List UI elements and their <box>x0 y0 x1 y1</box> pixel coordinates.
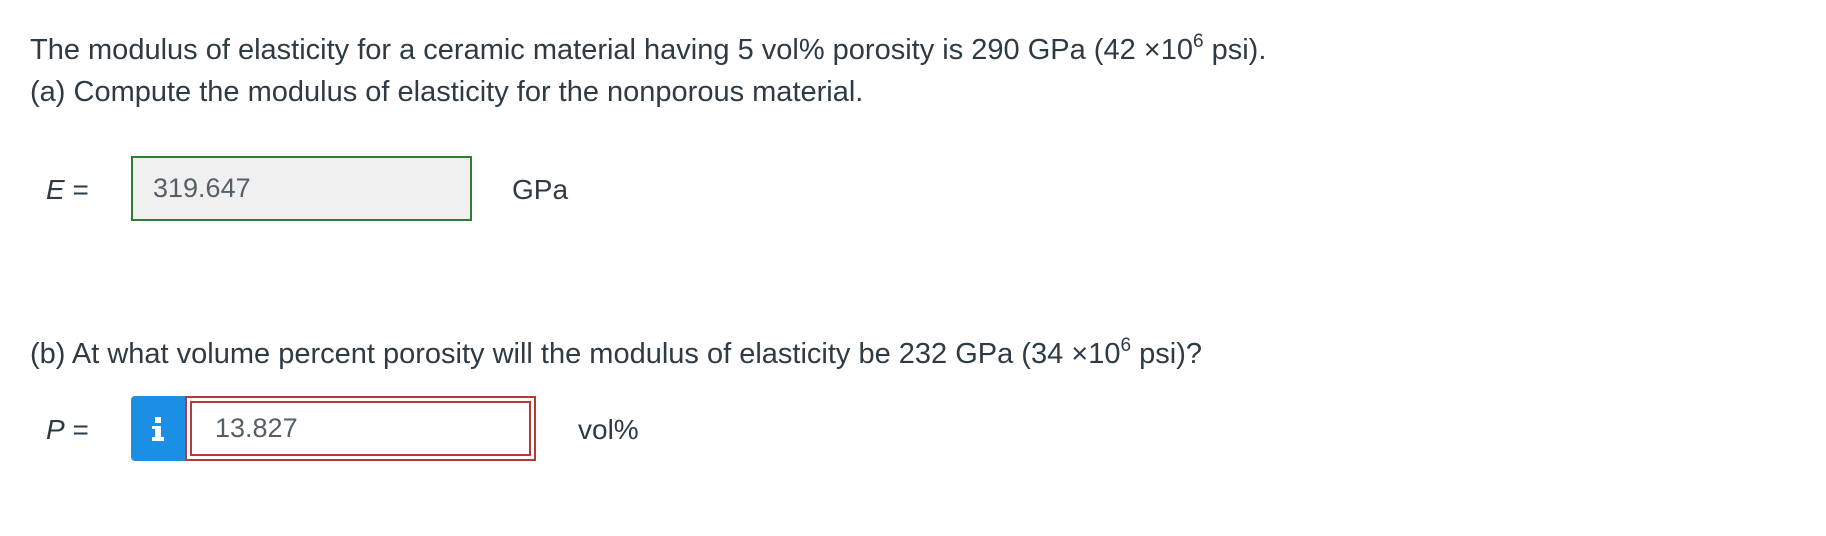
answer-b-label: P = <box>46 410 89 450</box>
part-b-exponent: 6 <box>1120 335 1132 356</box>
intro-text-end: psi). <box>1203 34 1267 66</box>
question-intro: The modulus of elasticity for a ceramic … <box>30 28 1266 72</box>
answer-b-unit: vol% <box>578 414 639 445</box>
answer-a-equals: = <box>64 174 89 205</box>
answer-a-unit: GPa <box>512 174 569 205</box>
answer-a-label: E = <box>46 170 89 210</box>
info-icon <box>152 416 164 441</box>
answer-a-symbol: E <box>46 174 65 205</box>
answer-b-input[interactable]: 13.827 <box>185 396 536 461</box>
part-a-prompt: (a) Compute the modulus of elasticity fo… <box>30 76 864 108</box>
part-b-text-end: psi)? <box>1131 338 1202 370</box>
part-b-text: (b) At what volume percent porosity will… <box>30 338 1121 370</box>
intro-text: The modulus of elasticity for a ceramic … <box>30 34 1193 66</box>
answer-a-value: 319.647 <box>153 173 251 203</box>
part-b-prompt: (b) At what volume percent porosity will… <box>30 332 1202 376</box>
answer-b-symbol: P <box>46 414 65 445</box>
answer-b-equals: = <box>64 414 89 445</box>
answer-a-input[interactable]: 319.647 <box>131 156 472 221</box>
intro-exponent: 6 <box>1192 31 1204 52</box>
answer-b-value: 13.827 <box>215 413 298 443</box>
info-button[interactable] <box>131 396 185 461</box>
